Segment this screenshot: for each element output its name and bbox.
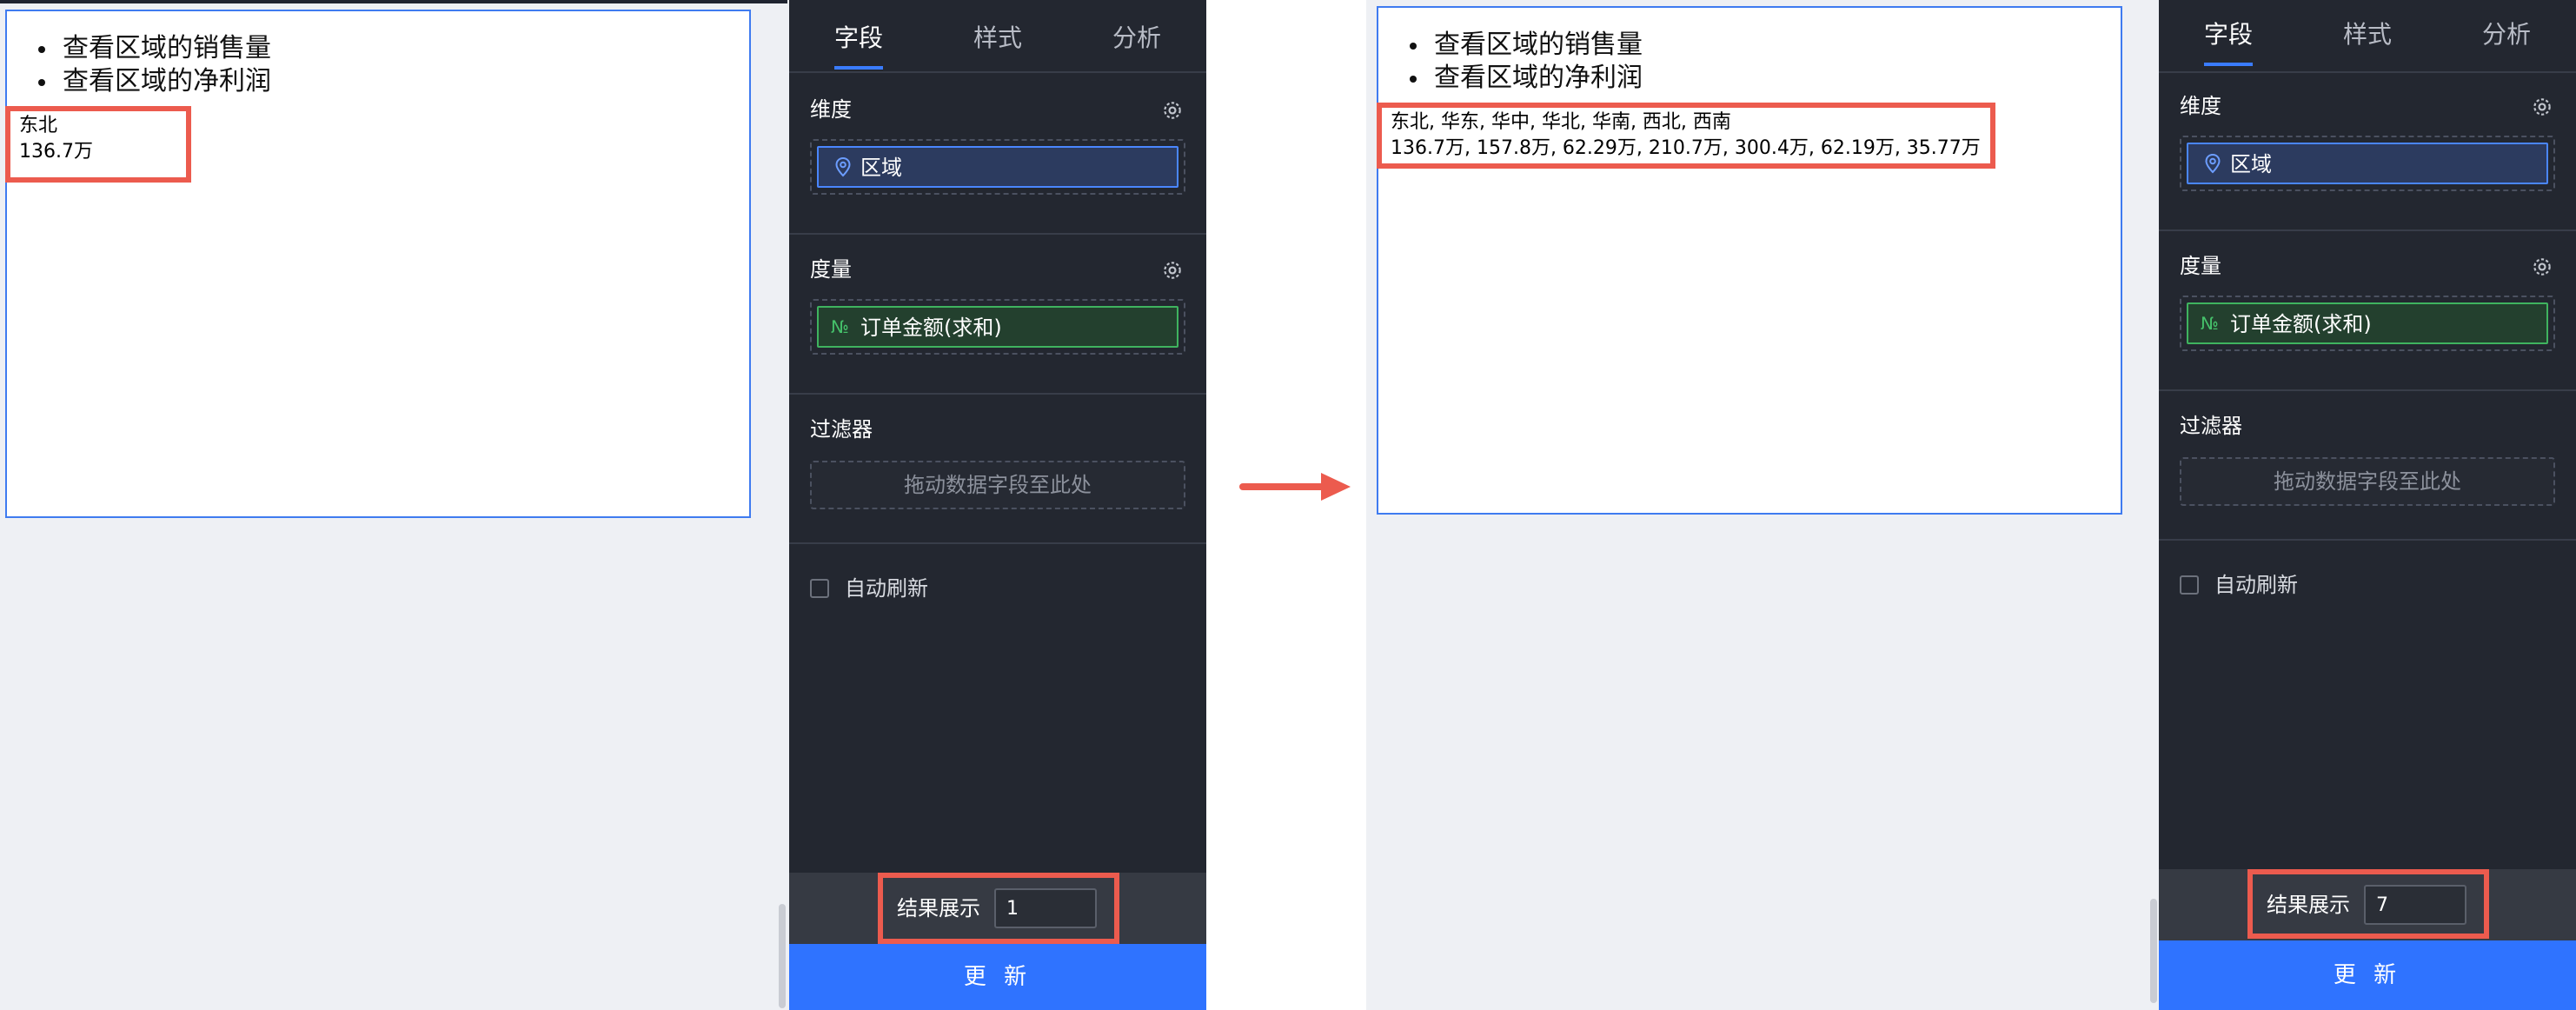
filter-label: 过滤器 [2180, 414, 2242, 438]
measure-drop-well[interactable]: № 订单金额(求和) [2180, 296, 2555, 351]
right-arrow-icon [1239, 473, 1351, 501]
location-pin-icon [835, 156, 851, 177]
tab-fields[interactable]: 字段 [834, 23, 883, 54]
measure-field-chip[interactable]: № 订单金额(求和) [2187, 302, 2548, 344]
auto-refresh-label: 自动刷新 [2214, 573, 2298, 597]
measure-field-name: 订单金额(求和) [2230, 312, 2372, 336]
filter-label: 过滤器 [810, 417, 873, 442]
section-divider [789, 233, 1206, 235]
question-item: 查看区域的销售量 [31, 32, 271, 65]
dimension-settings-gear-icon[interactable] [2531, 96, 2553, 118]
section-divider [2159, 539, 2576, 541]
dimension-field-chip[interactable]: 区域 [817, 146, 1178, 188]
filter-drop-zone[interactable]: 拖动数据字段至此处 [2180, 457, 2555, 506]
before-screenshot: 查看区域的销售量 查看区域的净利润 东北 136.7万 字段 样式 分析 维度 [0, 0, 1206, 1010]
dimension-drop-well[interactable]: 区域 [810, 139, 1185, 195]
tab-style[interactable]: 样式 [973, 23, 1022, 54]
dimension-settings-gear-icon[interactable] [1161, 99, 1184, 122]
dimension-label: 维度 [810, 97, 852, 122]
after-screenshot: 查看区域的销售量 查看区域的净利润 东北, 华东, 华中, 华北, 华南, 西北… [1366, 0, 2576, 1010]
measure-settings-gear-icon[interactable] [1161, 259, 1184, 282]
measure-drop-well[interactable]: № 订单金额(求和) [810, 299, 1185, 355]
section-divider [2159, 389, 2576, 391]
config-panel: 字段 样式 分析 维度 区域 度量 № 订单金额(求和) 过滤器 拖动数据字段至… [2159, 0, 2576, 1010]
auto-refresh-checkbox[interactable] [2180, 575, 2199, 595]
active-tab-indicator [834, 66, 883, 70]
result-highlight-box [5, 106, 191, 183]
auto-refresh-label: 自动刷新 [845, 576, 928, 601]
tab-style[interactable]: 样式 [2343, 19, 2392, 50]
result-highlight-box [1377, 103, 1995, 169]
dimension-drop-well[interactable]: 区域 [2180, 136, 2555, 191]
measure-label: 度量 [810, 257, 852, 282]
location-pin-icon [2205, 153, 2221, 174]
number-icon: № [2201, 313, 2219, 334]
config-panel: 字段 样式 分析 维度 区域 度量 № 订单金额(求和) 过滤器 拖动数据字段至… [789, 0, 1206, 1010]
panel-tabs: 字段 样式 分析 [2159, 0, 2576, 73]
scrollbar-thumb[interactable] [779, 904, 786, 1008]
scrollbar-thumb[interactable] [2150, 899, 2157, 1003]
section-divider [789, 393, 1206, 395]
question-item: 查看区域的净利润 [31, 65, 271, 98]
measure-field-chip[interactable]: № 订单金额(求和) [817, 306, 1178, 348]
top-border-line [0, 0, 787, 3]
filter-drop-zone[interactable]: 拖动数据字段至此处 [810, 461, 1185, 509]
dimension-field-name: 区域 [2230, 152, 2272, 176]
result-display-highlight-box [878, 873, 1119, 944]
question-item: 查看区域的销售量 [1403, 29, 1643, 62]
preview-canvas: 查看区域的销售量 查看区域的净利润 [5, 10, 751, 518]
dimension-field-name: 区域 [860, 156, 902, 180]
active-tab-indicator [2204, 63, 2253, 66]
question-item: 查看区域的净利润 [1403, 62, 1643, 95]
result-display-highlight-box [2247, 869, 2489, 939]
question-list: 查看区域的销售量 查看区域的净利润 [31, 32, 271, 98]
tab-fields[interactable]: 字段 [2204, 19, 2253, 50]
update-button[interactable]: 更 新 [2159, 940, 2576, 1010]
measure-label: 度量 [2180, 254, 2221, 278]
update-button[interactable]: 更 新 [789, 944, 1206, 1010]
measure-field-name: 订单金额(求和) [860, 316, 1002, 340]
measure-settings-gear-icon[interactable] [2531, 256, 2553, 278]
dimension-field-chip[interactable]: 区域 [2187, 143, 2548, 184]
auto-refresh-checkbox[interactable] [810, 579, 829, 598]
dimension-label: 维度 [2180, 94, 2221, 118]
number-icon: № [831, 316, 849, 337]
tab-analysis[interactable]: 分析 [2482, 19, 2531, 50]
question-list: 查看区域的销售量 查看区域的净利润 [1403, 29, 1643, 95]
preview-canvas: 查看区域的销售量 查看区域的净利润 [1377, 6, 2122, 515]
section-divider [2159, 229, 2576, 231]
tab-analysis[interactable]: 分析 [1112, 23, 1161, 54]
panel-tabs: 字段 样式 分析 [789, 0, 1206, 73]
section-divider [789, 542, 1206, 544]
